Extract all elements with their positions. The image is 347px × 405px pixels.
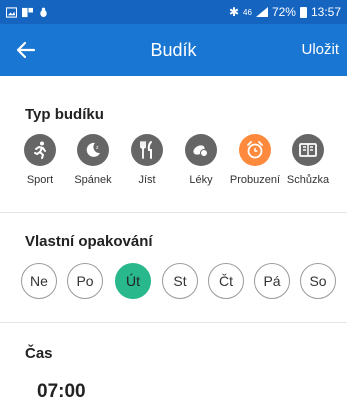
signal-icon xyxy=(255,7,268,17)
type-label: Léky xyxy=(189,174,213,186)
page-title: Budík xyxy=(150,40,197,60)
type-label: Jíst xyxy=(138,174,156,186)
pills-icon xyxy=(185,134,217,166)
app-bar: Budík Uložit xyxy=(0,24,347,76)
moon-icon: z xyxy=(77,134,109,166)
signal-strength: 46 xyxy=(243,7,252,17)
day-saturday[interactable]: So xyxy=(300,263,336,299)
type-label: Spánek xyxy=(74,174,112,186)
type-meeting[interactable]: Schůzka xyxy=(282,134,334,186)
image-icon xyxy=(6,6,17,18)
divider xyxy=(0,322,347,323)
status-bar: ✱ 46 72% 13:57 xyxy=(0,0,347,24)
day-sunday[interactable]: Ne xyxy=(21,263,57,299)
battery-level: 72% xyxy=(271,5,296,19)
type-eat[interactable]: Jíst xyxy=(121,134,173,186)
clock: 13:57 xyxy=(310,5,341,19)
bluetooth-icon: ✱ xyxy=(228,5,240,19)
day-friday[interactable]: Pá xyxy=(254,263,290,299)
svg-text:z: z xyxy=(96,145,99,151)
type-medicine[interactable]: Léky xyxy=(175,134,227,186)
alarm-type-title: Typ budíku xyxy=(25,106,104,123)
time-title: Čas xyxy=(25,345,53,362)
day-wednesday[interactable]: St xyxy=(162,263,198,299)
divider xyxy=(0,212,347,213)
type-label: Schůzka xyxy=(286,174,330,186)
type-sport[interactable]: Sport xyxy=(14,134,66,186)
type-wakeup[interactable]: Probuzení xyxy=(229,134,281,186)
type-label: Sport xyxy=(26,174,54,186)
notification-icon xyxy=(22,7,33,17)
cutlery-icon xyxy=(131,134,163,166)
alarm-type-list: Sport z Spánek Jíst Léky Probuzení Schůz… xyxy=(24,134,339,190)
repeat-title: Vlastní opakování xyxy=(25,233,153,250)
type-sleep[interactable]: z Spánek xyxy=(67,134,119,186)
day-tuesday[interactable]: Út xyxy=(115,263,151,299)
type-label: Probuzení xyxy=(229,174,281,186)
save-button[interactable]: Uložit xyxy=(301,41,339,58)
day-monday[interactable]: Po xyxy=(67,263,103,299)
alarm-clock-icon xyxy=(239,134,271,166)
time-value[interactable]: 07:00 xyxy=(37,381,86,403)
bug-icon xyxy=(40,7,47,17)
battery-icon xyxy=(299,6,307,18)
book-icon xyxy=(292,134,324,166)
day-thursday[interactable]: Čt xyxy=(208,263,244,299)
run-icon xyxy=(24,134,56,166)
